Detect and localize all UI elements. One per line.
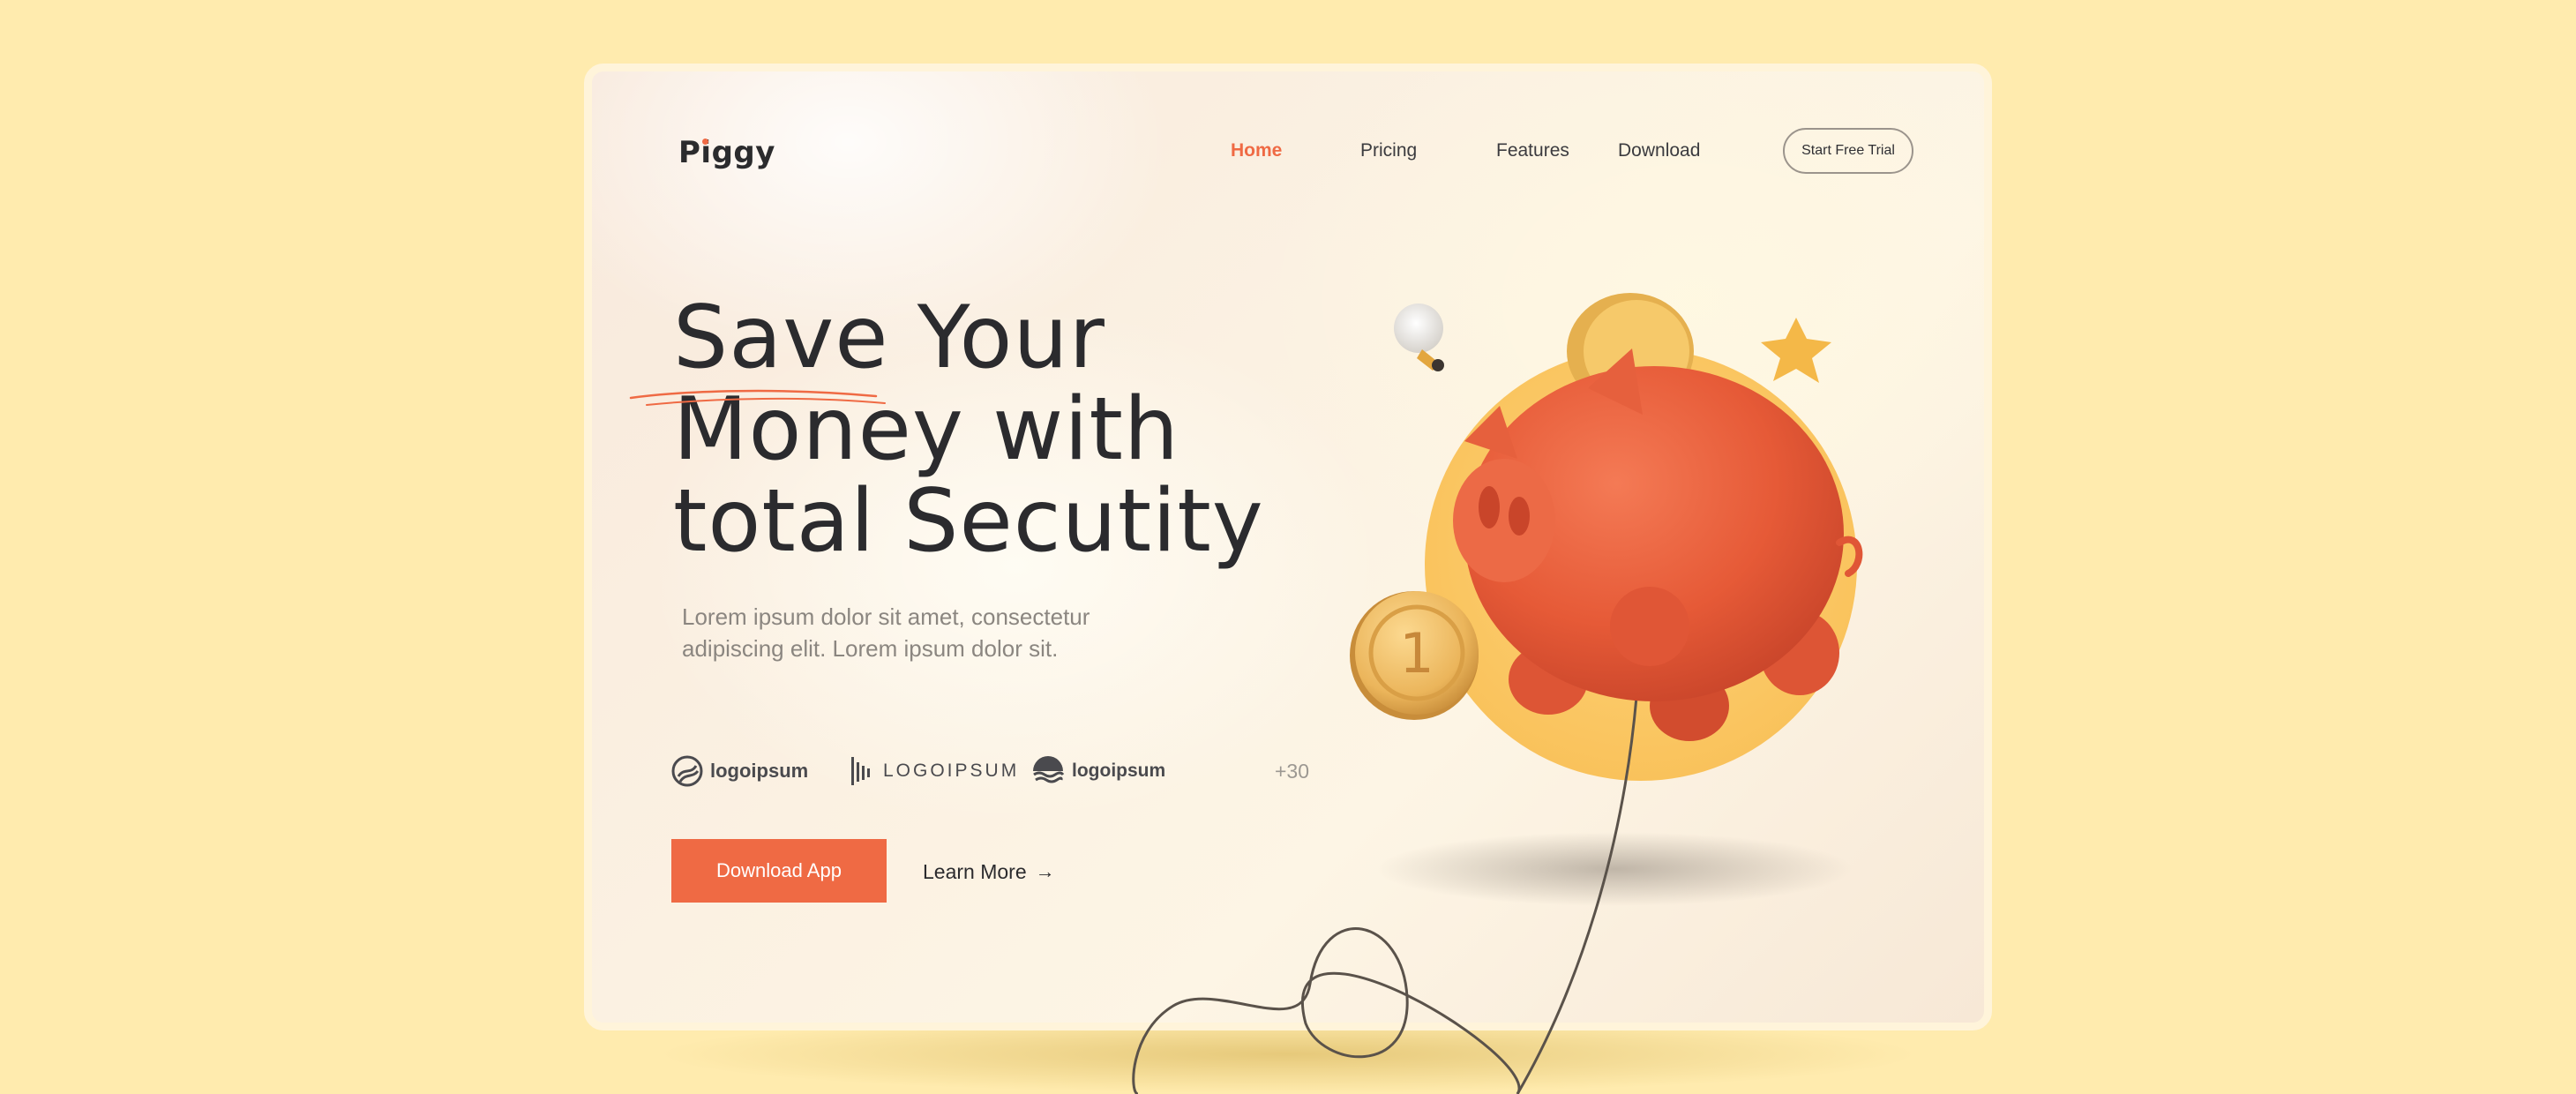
learn-more-button[interactable]: Learn More → bbox=[923, 851, 1055, 892]
start-free-trial-button[interactable]: Start Free Trial bbox=[1783, 128, 1913, 174]
partner-logo-2: LOGOIPSUM bbox=[850, 751, 1019, 791]
partner-label-3: logoipsum bbox=[1072, 761, 1166, 781]
logo-dot bbox=[702, 139, 708, 145]
partner-label-2: LOGOIPSUM bbox=[883, 761, 1020, 781]
partner-label-1: logoipsum bbox=[710, 760, 809, 782]
brand-name: Piggy bbox=[678, 135, 775, 170]
learn-more-label: Learn More bbox=[923, 859, 1027, 883]
headline-line-1: Save Your bbox=[673, 288, 1105, 388]
nav-features[interactable]: Features bbox=[1496, 140, 1569, 161]
circle-swirl-icon bbox=[671, 755, 703, 787]
nav-pricing[interactable]: Pricing bbox=[1360, 140, 1417, 161]
landing-card: Piggy Home Pricing Features Download Sta… bbox=[584, 64, 1992, 1030]
partner-logo-3: logoipsum bbox=[1031, 751, 1165, 791]
page: Piggy Home Pricing Features Download Sta… bbox=[0, 0, 2576, 1094]
partner-logo-1: logoipsum bbox=[671, 751, 808, 791]
arrow-right-icon: → bbox=[1035, 860, 1055, 882]
headline-line-3: total Secutity bbox=[673, 471, 1264, 572]
partners-more-count: +30 bbox=[1275, 759, 1310, 783]
brand-logo[interactable]: Piggy bbox=[678, 135, 775, 170]
hero-headline: Save Your Money with total Secutity bbox=[673, 292, 1264, 567]
bars-icon bbox=[851, 757, 870, 785]
nav-home[interactable]: Home bbox=[1231, 140, 1282, 161]
nav-download[interactable]: Download bbox=[1618, 140, 1700, 161]
hero-subtext: Lorem ipsum dolor sit amet, consectetur … bbox=[682, 603, 1090, 662]
waves-icon bbox=[1033, 756, 1065, 783]
partner-logos: logoipsum LOGOIPSUM logoipsum +30 bbox=[671, 751, 1310, 791]
headline-underline-icon bbox=[629, 389, 886, 406]
download-app-button[interactable]: Download App bbox=[671, 839, 887, 903]
